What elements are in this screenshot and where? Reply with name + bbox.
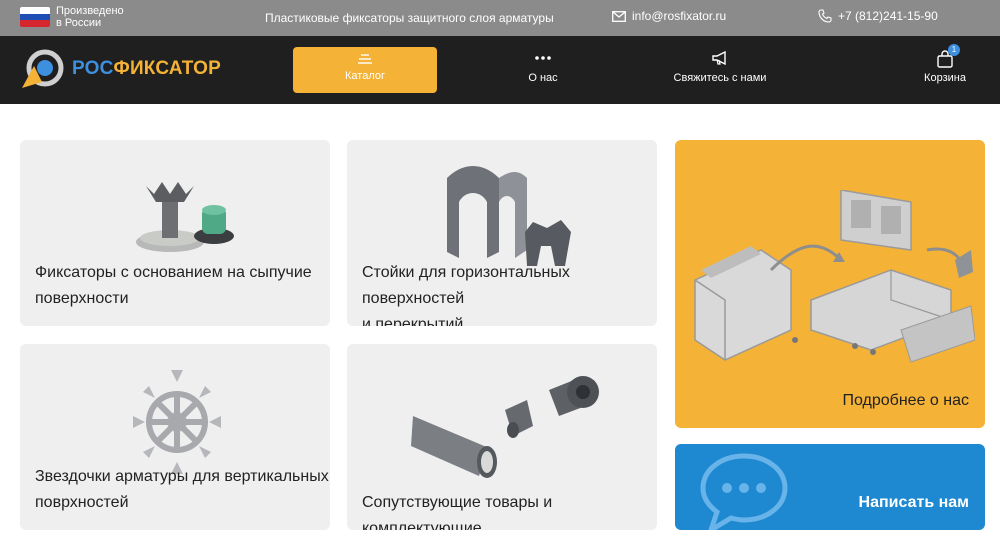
card-title-line-2: поверхности: [35, 290, 129, 307]
made-in-russia: Произведено в России: [20, 5, 124, 29]
logo-part-1: РОС: [72, 58, 114, 79]
phone-text[interactable]: +7 (812)241-15-90: [838, 9, 938, 23]
logo-icon: [22, 49, 64, 88]
catalog-button[interactable]: Каталог: [293, 47, 437, 93]
category-card-horizontal-stands[interactable]: Стойки для горизонтальных поверхностей и…: [347, 140, 657, 326]
site-logo[interactable]: РОСФИКСАТОР: [20, 48, 221, 90]
about-us-card[interactable]: Подробнее о нас: [675, 140, 985, 428]
card-title-line-2: и перекрытий: [362, 316, 464, 326]
category-card-sand-base[interactable]: Фиксаторы с основанием на сыпучие поверх…: [20, 140, 330, 326]
star-spacer-product-image: [133, 370, 221, 474]
card-title-line-1: Сопутствующие товары и комплектующие: [362, 494, 553, 530]
write-us-link[interactable]: Написать нам: [859, 494, 969, 512]
email-link[interactable]: info@rosfixator.ru: [612, 9, 726, 23]
write-us-card[interactable]: Написать нам: [675, 444, 985, 530]
made-line-2: в России: [56, 17, 102, 29]
nav-about-label: О нас: [528, 72, 558, 84]
nav-contact-label: Свяжитесь с нами: [673, 72, 767, 84]
nav-cart[interactable]: 1 Корзина: [922, 44, 968, 84]
logo-part-2: ФИКСАТОР: [113, 58, 221, 79]
mail-icon: [612, 10, 626, 22]
email-text[interactable]: info@rosfixator.ru: [632, 9, 726, 23]
about-more-link[interactable]: Подробнее о нас: [843, 392, 970, 410]
nav-cart-label: Корзина: [924, 72, 966, 84]
stand-product-image: [447, 166, 571, 266]
card-title-line-1: Фиксаторы с основанием на сыпучие: [35, 264, 312, 281]
chat-bubble-icon: [700, 453, 788, 530]
card-title-line-1: Стойки для горизонтальных поверхностей: [362, 264, 570, 307]
cart-count-badge: 1: [948, 44, 960, 56]
made-line-1: Произведено: [56, 5, 124, 17]
more-dots-icon: [535, 56, 551, 60]
factory-illustration: [694, 190, 975, 363]
category-card-accessories[interactable]: Сопутствующие товары и комплектующие: [347, 344, 657, 530]
phone-icon: [818, 9, 832, 23]
menu-lines-icon: [358, 54, 372, 64]
catalog-label: Каталог: [345, 70, 385, 82]
main-navbar: РОСФИКСАТОР Каталог О нас Свяжитесь с на…: [0, 36, 1000, 104]
megaphone-icon: [712, 50, 726, 66]
category-card-rebar-stars[interactable]: Звездочки арматуры для вертикальных повр…: [20, 344, 330, 530]
phone-link[interactable]: +7 (812)241-15-90: [818, 9, 938, 23]
card-title-line-1: Звездочки арматуры для вертикальных: [35, 468, 329, 485]
pipe-and-cones-product-image: [411, 376, 599, 478]
nav-contact[interactable]: Свяжитесь с нами: [670, 50, 770, 84]
card-title-line-2: поврхностей: [35, 494, 129, 511]
logo-wordmark: РОСФИКСАТОР: [72, 58, 221, 80]
tagline: Пластиковые фиксаторы защитного слоя арм…: [265, 11, 554, 25]
fixator-product-image: [136, 182, 234, 252]
russia-flag-icon: [20, 7, 50, 27]
nav-about[interactable]: О нас: [520, 50, 566, 84]
top-info-bar: Произведено в России Пластиковые фиксато…: [0, 0, 1000, 36]
